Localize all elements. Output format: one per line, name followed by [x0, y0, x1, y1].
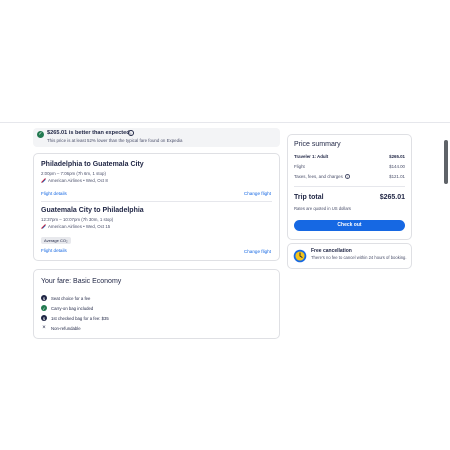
flight-row: Flight $144.00: [294, 164, 405, 169]
fare-feature: × Non-refundable: [41, 323, 109, 333]
taxes-label-wrap: Taxes, fees, and charges i: [294, 174, 350, 180]
taxes-row: Taxes, fees, and charges i $121.01: [294, 174, 405, 180]
fare-title: Your fare: Basic Economy: [41, 278, 122, 285]
rates-note: Rates are quoted in US dollars: [294, 206, 352, 211]
info-icon[interactable]: i: [128, 130, 134, 136]
traveler-row: Traveler 1: Adult $265.01: [294, 154, 405, 159]
fare-feature-label: Seat choice for a fee: [51, 295, 91, 301]
traveler-value: $265.01: [389, 154, 405, 159]
divider: [41, 201, 272, 202]
flight-airline: American Airlines • Wed, Oct 8: [41, 178, 273, 183]
flight-label: Flight: [294, 164, 305, 169]
flight-value: $144.00: [389, 164, 405, 169]
banner-subtitle: This price is at least 52% lower than th…: [47, 138, 183, 143]
info-icon[interactable]: i: [344, 174, 350, 180]
flight-time: 2:00pm – 7:06pm (7h 6m, 1 stop): [41, 171, 106, 176]
fare-feature-label: Non-refundable: [51, 325, 81, 331]
flights-card: Philadelphia to Guatemala City 2:00pm – …: [33, 153, 280, 261]
clock-icon: [293, 249, 307, 263]
flight-details-link[interactable]: Flight details: [41, 248, 67, 253]
traveler-label: Traveler 1: Adult: [294, 154, 329, 159]
check-icon: ✓: [41, 305, 47, 311]
airline-label: American Airlines • Wed, Oct 8: [48, 178, 108, 183]
free-cancellation-card: Free cancellation There's no fee to canc…: [287, 243, 412, 269]
co2-badge: Average CO₂: [41, 237, 71, 244]
fare-feature: $ Seat choice for a fee: [41, 293, 109, 303]
flight-airline: American Airlines • Wed, Oct 15: [41, 224, 273, 229]
scrollbar[interactable]: [444, 140, 448, 184]
divider: [294, 186, 405, 187]
price-summary-card: Price summary Traveler 1: Adult $265.01 …: [287, 134, 412, 240]
flight-time: 12:37pm – 10:07pm (7h 30m, 1 stop): [41, 217, 114, 222]
banner-title: $265.01 is better than expected: [47, 130, 130, 136]
taxes-label: Taxes, fees, and charges: [294, 174, 343, 179]
price-insight-banner: ✓ $265.01 is better than expected i This…: [33, 128, 280, 147]
check-circle-icon: ✓: [37, 131, 44, 138]
fare-feature-label: 1st checked bag for a fee: $35: [51, 315, 109, 321]
cancellation-text: There's no fee to cancel within 24 hours…: [311, 255, 407, 260]
total-value: $265.01: [379, 194, 405, 201]
fare-card: Your fare: Basic Economy $ Seat choice f…: [33, 269, 280, 339]
total-row: Trip total $265.01: [294, 194, 405, 201]
summary-title: Price summary: [294, 141, 341, 148]
change-flight-link[interactable]: Change flight: [244, 191, 271, 196]
outbound-flight: Philadelphia to Guatemala City 2:00pm – …: [41, 161, 273, 183]
fare-feature: $ 1st checked bag for a fee: $35: [41, 313, 109, 323]
bag-fee-icon: $: [41, 315, 47, 321]
return-flight: Guatemala City to Philadelphia 12:37pm –…: [41, 207, 273, 247]
flight-details-link[interactable]: Flight details: [41, 191, 67, 196]
fare-features: $ Seat choice for a fee ✓ Carry-on bag i…: [41, 293, 109, 333]
fare-feature-label: Carry-on bag included: [51, 305, 94, 311]
change-flight-link[interactable]: Change flight: [244, 249, 271, 254]
checkout-button[interactable]: Check out: [294, 220, 405, 231]
airline-logo-icon: [41, 178, 46, 183]
total-label: Trip total: [294, 194, 324, 201]
flight-route: Guatemala City to Philadelphia: [41, 207, 144, 214]
cancellation-title: Free cancellation: [311, 248, 352, 254]
flight-route: Philadelphia to Guatemala City: [41, 161, 144, 168]
taxes-value: $121.01: [389, 174, 405, 179]
airline-label: American Airlines • Wed, Oct 15: [48, 224, 111, 229]
seat-fee-icon: $: [41, 295, 47, 301]
airline-logo-icon: [41, 224, 46, 229]
cross-icon: ×: [42, 325, 46, 331]
fare-feature: ✓ Carry-on bag included: [41, 303, 109, 313]
